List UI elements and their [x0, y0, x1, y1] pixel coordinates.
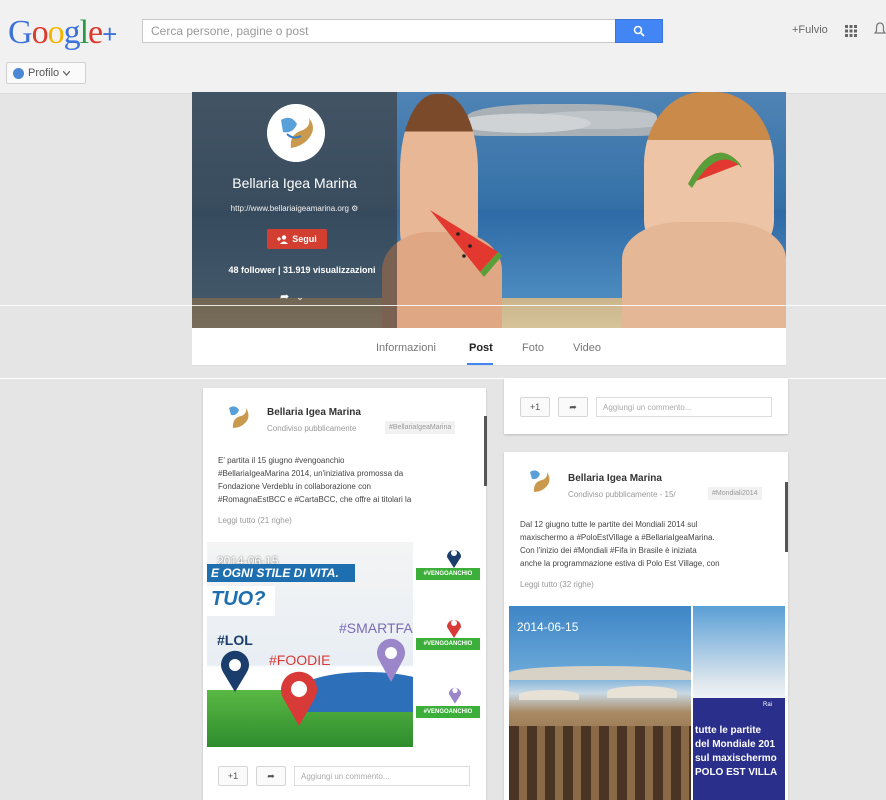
google-plus-logo[interactable]: Google+ [8, 14, 117, 52]
tab-video[interactable]: Video [573, 342, 601, 354]
post-image[interactable]: 2014-06-15 E OGNI STILE DI VITA. TUO? #L… [207, 542, 413, 747]
share-button-2[interactable]: ➦ [558, 397, 588, 417]
pin-red-icon [281, 671, 317, 726]
person-icon [13, 67, 24, 79]
umbrella-row [509, 666, 691, 680]
post-body-text-2: Dal 12 giugno tutte le partite dei Mondi… [520, 520, 720, 568]
post-author-avatar[interactable] [225, 402, 251, 432]
post-hashtag[interactable]: #BellariaIgeaMarina [385, 421, 456, 434]
profile-url[interactable]: http://www.bellariaigeamarina.org ⚙ [192, 204, 397, 213]
profile-dropdown-button[interactable]: Profilo [6, 62, 86, 84]
search-button[interactable] [615, 19, 663, 43]
user-profile-link[interactable]: +Fulvio [792, 24, 828, 36]
pin-red-small-icon [447, 620, 461, 638]
pin-navy-icon [221, 650, 249, 692]
post-visibility-2: Condiviso pubblicamente - 15/ [568, 490, 676, 499]
post-image-2[interactable]: 2014-06-15 [509, 606, 691, 800]
tab-informazioni[interactable]: Informazioni [376, 342, 436, 354]
share-button[interactable]: ➦ [256, 766, 286, 786]
follow-button[interactable]: Segui [267, 229, 327, 249]
post-author-name[interactable]: Bellaria Igea Marina [267, 407, 361, 418]
comment-input[interactable]: Aggiungi un commento... [294, 766, 470, 786]
bell-icon[interactable] [873, 22, 886, 41]
chevron-down-icon: ⌄ [296, 292, 304, 302]
umbrella [519, 690, 579, 700]
chevron-down-icon [63, 70, 71, 76]
apps-grid-icon[interactable] [845, 24, 857, 42]
child-right-body [622, 222, 786, 328]
settings-icon: ⚙ [351, 204, 359, 213]
post-author-name-2[interactable]: Bellaria Igea Marina [568, 473, 662, 484]
search-input[interactable]: Cerca persone, pagine o post [142, 19, 616, 43]
cover-photo: Bellaria Igea Marina http://www.bellaria… [192, 92, 786, 328]
search-icon [633, 25, 645, 37]
post-image-side-strip[interactable]: #VENGOANCHIO #VENGOANCHIO #VENGOANCHIO [414, 542, 484, 747]
tab-post[interactable]: Post [469, 342, 493, 354]
top-bar [0, 0, 886, 94]
pin-purple-icon [377, 638, 405, 682]
profile-share-button[interactable]: ➦ ⌄ [280, 290, 304, 303]
post-hashtag-2[interactable]: #Mondiali2014 [708, 487, 762, 500]
breakwater-rocks [467, 104, 657, 136]
pin-navy-small-icon [447, 550, 461, 568]
pin-purple-small-icon [448, 687, 462, 704]
read-more-link-2[interactable]: Leggi tutto (32 righe) [520, 580, 594, 589]
divider-line [0, 305, 886, 306]
person-add-icon [277, 234, 289, 244]
plus-one-button-2[interactable]: +1 [520, 397, 550, 417]
share-icon: ➦ [280, 291, 290, 303]
profile-avatar[interactable] [267, 104, 325, 162]
promo-text: tutte le partite del Mondiale 201 sul ma… [695, 725, 778, 778]
bar-area [509, 726, 691, 800]
comment-input-2[interactable]: Aggiungi un commento... [596, 397, 772, 417]
bellaria-logo-icon [267, 104, 325, 162]
scrollbar[interactable] [484, 416, 487, 486]
share-icon: ➦ [267, 770, 275, 781]
read-more-link[interactable]: Leggi tutto (21 righe) [218, 516, 292, 525]
watermelon-slice [430, 210, 502, 277]
post-author-avatar-2[interactable] [526, 466, 552, 496]
plus-one-button[interactable]: +1 [218, 766, 248, 786]
profile-name: Bellaria Igea Marina [232, 175, 357, 191]
profile-stats: 48 follower | 31.919 visualizzazioni [228, 265, 376, 275]
share-icon: ➦ [569, 401, 577, 412]
active-tab-indicator [467, 363, 493, 365]
watermelon-slice-2 [688, 152, 742, 188]
tab-foto[interactable]: Foto [522, 342, 544, 354]
post-body-text: E' partita il 15 giugno #vengoanchio #Be… [218, 456, 412, 504]
post-visibility: Condiviso pubblicamente [267, 424, 357, 433]
post-image-2-side[interactable]: Rai tutte le partite del Mondiale 201 su… [693, 606, 785, 800]
umbrella-2 [607, 686, 677, 698]
